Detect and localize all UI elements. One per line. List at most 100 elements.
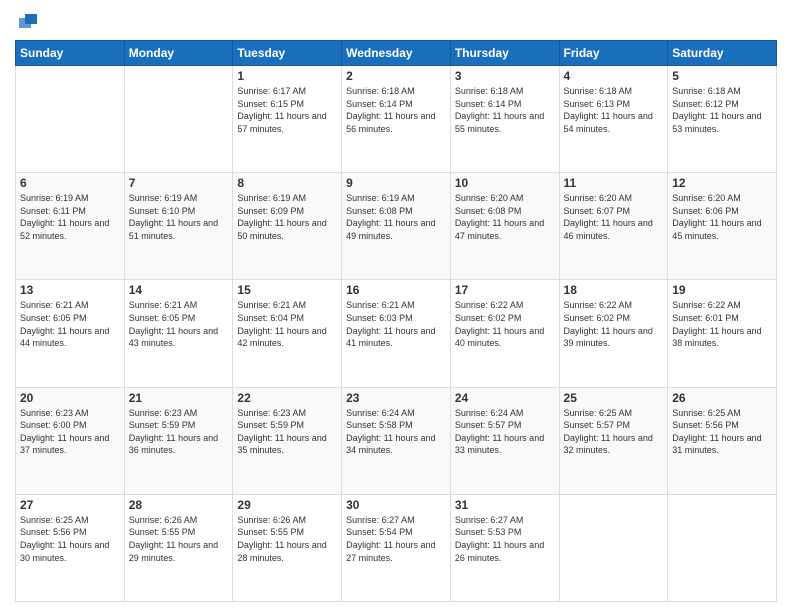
calendar-cell: 15 Sunrise: 6:21 AM Sunset: 6:04 PM Dayli… — [233, 280, 342, 387]
calendar-cell: 3Sunrise: 6:18 AM Sunset: 6:14 PM Daylig… — [450, 66, 559, 173]
day-number: 30 — [346, 498, 446, 512]
calendar-dow-saturday: Saturday — [668, 41, 777, 66]
calendar-cell — [668, 494, 777, 601]
day-number: 9 — [346, 176, 446, 190]
cell-data: Sunrise: 6:19 AM Sunset: 6:08 PM Dayligh… — [346, 192, 446, 242]
day-number: 7 — [129, 176, 229, 190]
calendar-dow-tuesday: Tuesday — [233, 41, 342, 66]
cell-data: Sunrise: 6:26 AM Sunset: 5:55 PM Dayligh… — [129, 514, 229, 564]
cell-data: Sunrise: 6:19 AM Sunset: 6:09 PM Dayligh… — [237, 192, 337, 242]
cell-data: Sunrise: 6:21 AM Sunset: 6:04 PM Dayligh… — [237, 299, 337, 349]
cell-data: Sunrise: 6:23 AM Sunset: 6:00 PM Dayligh… — [20, 407, 120, 457]
day-number: 5 — [672, 69, 772, 83]
day-number: 19 — [672, 283, 772, 297]
calendar-cell: 21Sunrise: 6:23 AM Sunset: 5:59 PM Dayli… — [124, 387, 233, 494]
calendar-cell: 20 Sunrise: 6:23 AM Sunset: 6:00 PM Dayli… — [16, 387, 125, 494]
cell-data: Sunrise: 6:21 AM Sunset: 6:03 PM Dayligh… — [346, 299, 446, 349]
day-number: 24 — [455, 391, 555, 405]
day-number: 23 — [346, 391, 446, 405]
calendar-header-row: SundayMondayTuesdayWednesdayThursdayFrid… — [16, 41, 777, 66]
cell-data: Sunrise: 6:22 AM Sunset: 6:02 PM Dayligh… — [564, 299, 664, 349]
calendar-cell: 27Sunrise: 6:25 AM Sunset: 5:56 PM Dayli… — [16, 494, 125, 601]
day-number: 22 — [237, 391, 337, 405]
calendar-cell: 25 Sunrise: 6:25 AM Sunset: 5:57 PM Dayli… — [559, 387, 668, 494]
calendar-cell: 30 Sunrise: 6:27 AM Sunset: 5:54 PM Dayli… — [342, 494, 451, 601]
cell-data: Sunrise: 6:22 AM Sunset: 6:02 PM Dayligh… — [455, 299, 555, 349]
calendar-cell: 29 Sunrise: 6:26 AM Sunset: 5:55 PM Dayli… — [233, 494, 342, 601]
day-number: 29 — [237, 498, 337, 512]
cell-data: Sunrise: 6:20 AM Sunset: 6:07 PM Dayligh… — [564, 192, 664, 242]
calendar-week-2: 13 Sunrise: 6:21 AM Sunset: 6:05 PM Dayli… — [16, 280, 777, 387]
calendar-cell: 6 Sunrise: 6:19 AM Sunset: 6:11 PM Daylig… — [16, 173, 125, 280]
cell-data: Sunrise: 6:19 AM Sunset: 6:11 PM Dayligh… — [20, 192, 120, 242]
day-number: 10 — [455, 176, 555, 190]
calendar-cell: 10 Sunrise: 6:20 AM Sunset: 6:08 PM Dayli… — [450, 173, 559, 280]
day-number: 31 — [455, 498, 555, 512]
calendar-cell: 31 Sunrise: 6:27 AM Sunset: 5:53 PM Dayli… — [450, 494, 559, 601]
calendar-cell: 14 Sunrise: 6:21 AM Sunset: 6:05 PM Dayli… — [124, 280, 233, 387]
calendar-cell: 4Sunrise: 6:18 AM Sunset: 6:13 PM Daylig… — [559, 66, 668, 173]
cell-data: Sunrise: 6:27 AM Sunset: 5:54 PM Dayligh… — [346, 514, 446, 564]
calendar-week-3: 20 Sunrise: 6:23 AM Sunset: 6:00 PM Dayli… — [16, 387, 777, 494]
calendar-cell: 16 Sunrise: 6:21 AM Sunset: 6:03 PM Dayli… — [342, 280, 451, 387]
calendar-dow-wednesday: Wednesday — [342, 41, 451, 66]
cell-data: Sunrise: 6:23 AM Sunset: 5:59 PM Dayligh… — [237, 407, 337, 457]
day-number: 20 — [20, 391, 120, 405]
day-number: 1 — [237, 69, 337, 83]
day-number: 12 — [672, 176, 772, 190]
day-number: 8 — [237, 176, 337, 190]
day-number: 26 — [672, 391, 772, 405]
cell-data: Sunrise: 6:21 AM Sunset: 6:05 PM Dayligh… — [20, 299, 120, 349]
day-number: 11 — [564, 176, 664, 190]
calendar-cell: 28 Sunrise: 6:26 AM Sunset: 5:55 PM Dayli… — [124, 494, 233, 601]
calendar-cell — [16, 66, 125, 173]
calendar-cell: 13 Sunrise: 6:21 AM Sunset: 6:05 PM Dayli… — [16, 280, 125, 387]
calendar-cell — [124, 66, 233, 173]
calendar-cell: 7 Sunrise: 6:19 AM Sunset: 6:10 PM Daylig… — [124, 173, 233, 280]
calendar-dow-friday: Friday — [559, 41, 668, 66]
calendar-cell: 5 Sunrise: 6:18 AM Sunset: 6:12 PM Daylig… — [668, 66, 777, 173]
calendar-cell: 24 Sunrise: 6:24 AM Sunset: 5:57 PM Dayli… — [450, 387, 559, 494]
cell-data: Sunrise: 6:19 AM Sunset: 6:10 PM Dayligh… — [129, 192, 229, 242]
calendar-cell — [559, 494, 668, 601]
day-number: 16 — [346, 283, 446, 297]
calendar-cell: 18 Sunrise: 6:22 AM Sunset: 6:02 PM Dayli… — [559, 280, 668, 387]
calendar-week-4: 27Sunrise: 6:25 AM Sunset: 5:56 PM Dayli… — [16, 494, 777, 601]
calendar-cell: 23 Sunrise: 6:24 AM Sunset: 5:58 PM Dayli… — [342, 387, 451, 494]
calendar-week-0: 1 Sunrise: 6:17 AM Sunset: 6:15 PM Daylig… — [16, 66, 777, 173]
calendar-cell: 19 Sunrise: 6:22 AM Sunset: 6:01 PM Dayli… — [668, 280, 777, 387]
cell-data: Sunrise: 6:18 AM Sunset: 6:14 PM Dayligh… — [455, 85, 555, 135]
calendar-cell: 12 Sunrise: 6:20 AM Sunset: 6:06 PM Dayli… — [668, 173, 777, 280]
day-number: 6 — [20, 176, 120, 190]
cell-data: Sunrise: 6:20 AM Sunset: 6:06 PM Dayligh… — [672, 192, 772, 242]
calendar-cell: 2Sunrise: 6:18 AM Sunset: 6:14 PM Daylig… — [342, 66, 451, 173]
cell-data: Sunrise: 6:24 AM Sunset: 5:58 PM Dayligh… — [346, 407, 446, 457]
day-number: 18 — [564, 283, 664, 297]
day-number: 21 — [129, 391, 229, 405]
calendar-cell: 26 Sunrise: 6:25 AM Sunset: 5:56 PM Dayli… — [668, 387, 777, 494]
day-number: 27 — [20, 498, 120, 512]
day-number: 28 — [129, 498, 229, 512]
cell-data: Sunrise: 6:27 AM Sunset: 5:53 PM Dayligh… — [455, 514, 555, 564]
calendar-dow-thursday: Thursday — [450, 41, 559, 66]
calendar-cell: 9 Sunrise: 6:19 AM Sunset: 6:08 PM Daylig… — [342, 173, 451, 280]
day-number: 17 — [455, 283, 555, 297]
cell-data: Sunrise: 6:20 AM Sunset: 6:08 PM Dayligh… — [455, 192, 555, 242]
day-number: 25 — [564, 391, 664, 405]
logo-icon — [17, 10, 39, 32]
cell-data: Sunrise: 6:21 AM Sunset: 6:05 PM Dayligh… — [129, 299, 229, 349]
cell-data: Sunrise: 6:18 AM Sunset: 6:12 PM Dayligh… — [672, 85, 772, 135]
day-number: 14 — [129, 283, 229, 297]
calendar-cell: 17 Sunrise: 6:22 AM Sunset: 6:02 PM Dayli… — [450, 280, 559, 387]
cell-data: Sunrise: 6:25 AM Sunset: 5:56 PM Dayligh… — [672, 407, 772, 457]
calendar-cell: 8 Sunrise: 6:19 AM Sunset: 6:09 PM Daylig… — [233, 173, 342, 280]
day-number: 15 — [237, 283, 337, 297]
day-number: 13 — [20, 283, 120, 297]
header — [15, 10, 777, 32]
cell-data: Sunrise: 6:17 AM Sunset: 6:15 PM Dayligh… — [237, 85, 337, 135]
cell-data: Sunrise: 6:24 AM Sunset: 5:57 PM Dayligh… — [455, 407, 555, 457]
day-number: 2 — [346, 69, 446, 83]
cell-data: Sunrise: 6:26 AM Sunset: 5:55 PM Dayligh… — [237, 514, 337, 564]
cell-data: Sunrise: 6:25 AM Sunset: 5:57 PM Dayligh… — [564, 407, 664, 457]
cell-data: Sunrise: 6:22 AM Sunset: 6:01 PM Dayligh… — [672, 299, 772, 349]
